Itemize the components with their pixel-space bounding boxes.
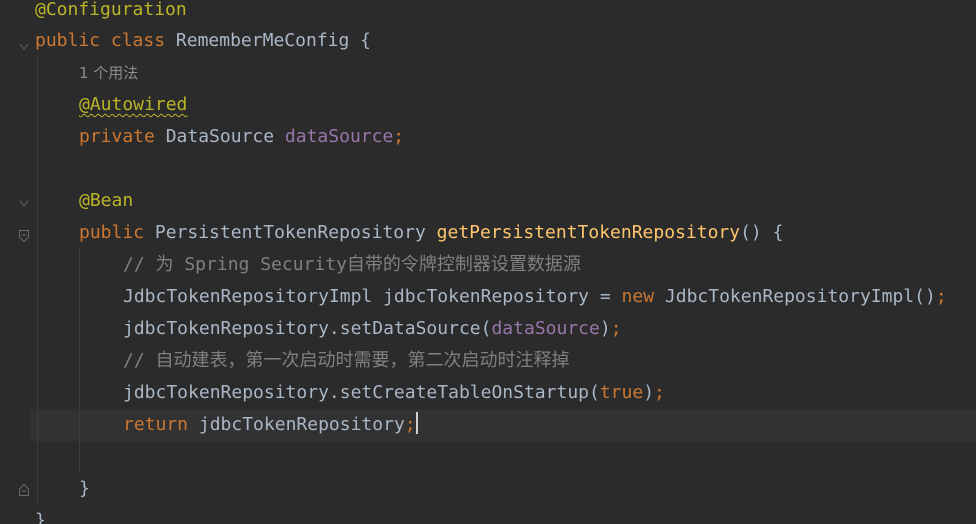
- keyword: public: [79, 222, 145, 243]
- keyword: return: [123, 414, 189, 435]
- params: () {: [740, 222, 784, 243]
- editor-gutter: [0, 0, 30, 524]
- annotation: @Bean: [79, 190, 134, 211]
- comment: // 自动建表，第一次启动时需要，第二次启动时注释掉: [123, 350, 570, 371]
- indent-guide: [79, 248, 80, 473]
- type-name: DataSource: [165, 126, 275, 147]
- semicolon: ;: [393, 126, 405, 147]
- keyword: public: [35, 30, 101, 51]
- semicolon: ;: [935, 286, 947, 307]
- code-line[interactable]: }: [35, 505, 46, 524]
- code-line[interactable]: @Autowired: [79, 89, 187, 121]
- paren: ): [599, 318, 611, 339]
- keyword: class: [110, 30, 166, 51]
- code-line[interactable]: @Configuration: [35, 0, 187, 26]
- class-name: RememberMeConfig: [175, 30, 350, 51]
- code-line[interactable]: public class RememberMeConfig {: [35, 25, 371, 57]
- brace: }: [79, 478, 90, 499]
- fold-close-icon[interactable]: [18, 481, 30, 496]
- code-line[interactable]: jdbcTokenRepository.setCreateTableOnStar…: [123, 377, 665, 409]
- paren: ): [643, 382, 655, 403]
- text-caret: [415, 412, 418, 434]
- annotation: @Autowired: [79, 94, 188, 115]
- fold-marker-icon[interactable]: [18, 195, 30, 209]
- field-name: dataSource: [284, 126, 394, 147]
- semicolon: ;: [610, 318, 622, 339]
- method-call: jdbcTokenRepository.setDataSource(: [123, 318, 492, 339]
- code-line[interactable]: jdbcTokenRepository.setDataSource(dataSo…: [123, 313, 622, 345]
- variable-name: jdbcTokenRepository: [383, 286, 589, 307]
- operator: =: [599, 286, 611, 307]
- type-name: PersistentTokenRepository: [154, 222, 426, 243]
- code-line[interactable]: // 为 Spring Security自带的令牌控制器设置数据源: [123, 249, 581, 281]
- fold-open-icon[interactable]: [18, 227, 30, 243]
- code-line[interactable]: JdbcTokenRepositoryImpl jdbcTokenReposit…: [123, 281, 947, 313]
- keyword: new: [621, 286, 655, 307]
- usage-hint-text[interactable]: 1 个用法: [79, 64, 138, 82]
- type-name: JdbcTokenRepositoryImpl: [123, 286, 373, 307]
- brace: }: [35, 510, 46, 524]
- code-line-current[interactable]: return jdbcTokenRepository;: [123, 409, 418, 441]
- comment: // 为 Spring Security自带的令牌控制器设置数据源: [123, 254, 581, 275]
- method-call: jdbcTokenRepository.setCreateTableOnStar…: [123, 382, 600, 403]
- annotation: @Configuration: [35, 0, 187, 20]
- indent-guide: [37, 55, 38, 505]
- code-line[interactable]: // 自动建表，第一次启动时需要，第二次启动时注释掉: [123, 345, 570, 377]
- code-line[interactable]: @Bean: [79, 185, 133, 217]
- brace: {: [360, 30, 371, 51]
- variable-name: jdbcTokenRepository: [198, 414, 405, 435]
- code-editor[interactable]: @Configuration public class RememberMeCo…: [0, 0, 976, 524]
- keyword: true: [599, 382, 644, 403]
- fold-marker-icon[interactable]: [18, 38, 30, 52]
- keyword: private: [79, 126, 155, 147]
- code-line[interactable]: private DataSource dataSource;: [79, 121, 404, 153]
- field-name: dataSource: [491, 318, 600, 339]
- constructor-call: JdbcTokenRepositoryImpl(): [664, 286, 936, 307]
- code-line[interactable]: public PersistentTokenRepository getPers…: [79, 217, 783, 249]
- method-name: getPersistentTokenRepository: [436, 222, 741, 243]
- usage-hint[interactable]: 1 个用法: [79, 57, 138, 89]
- semicolon: ;: [404, 414, 416, 435]
- code-line[interactable]: }: [79, 473, 90, 505]
- semicolon: ;: [654, 382, 665, 403]
